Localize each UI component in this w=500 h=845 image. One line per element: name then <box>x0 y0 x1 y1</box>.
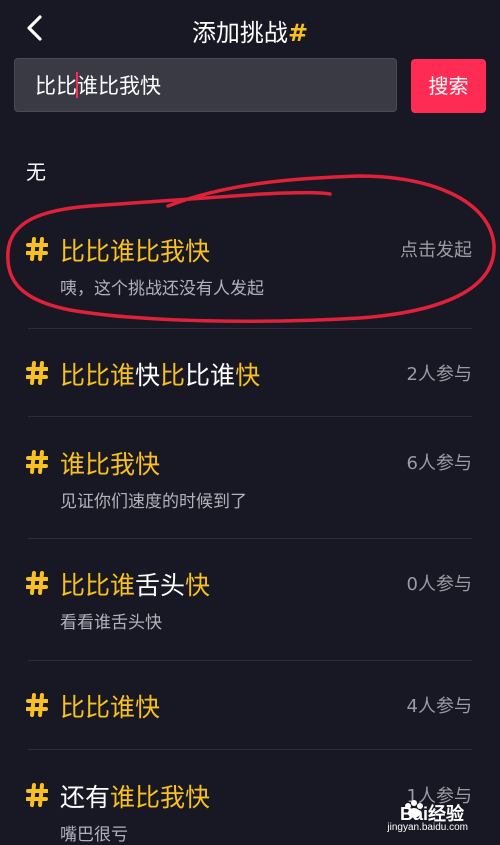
plain-text: 还有 <box>60 783 111 812</box>
challenge-description: 咦，这个挑战还没有人发起 <box>60 279 264 299</box>
search-text-after-cursor: 谁比我快 <box>77 74 161 98</box>
challenge-name: 比比谁舌头快 <box>60 566 210 602</box>
challenge-name: 比比谁快 <box>60 688 160 724</box>
highlighted-text: 谁比我快 <box>110 783 211 812</box>
plain-text: 比谁 <box>185 361 236 390</box>
list-divider <box>28 538 472 539</box>
participant-count: 2人参与 <box>406 364 472 385</box>
header: 添加挑战# <box>0 0 500 56</box>
search-button[interactable]: 搜索 <box>411 59 486 113</box>
participant-count: 4人参与 <box>406 696 472 717</box>
hashtag-icon <box>26 571 48 595</box>
highlighted-text: 比比谁 <box>60 361 136 390</box>
challenge-name: 比比谁快比比谁快 <box>60 356 260 392</box>
participant-count: 6人参与 <box>406 453 472 474</box>
challenge-name: 比比谁比我快 <box>60 232 210 268</box>
hashtag-icon <box>26 361 48 385</box>
highlighted-text: 比比谁 <box>60 571 136 600</box>
start-challenge-link[interactable]: 点击发起 <box>400 236 472 262</box>
list-divider <box>28 328 472 329</box>
hashtag-icon <box>26 237 48 261</box>
list-divider <box>28 416 472 417</box>
challenge-name: 还有谁比我快 <box>60 778 210 814</box>
text-cursor <box>76 72 78 98</box>
highlighted-text: 快 <box>235 361 261 390</box>
challenge-description: 见证你们速度的时候到了 <box>60 492 247 512</box>
page-title: 添加挑战# <box>191 19 309 47</box>
hashtag-icon <box>26 783 48 807</box>
search-text-before-cursor: 比比 <box>35 74 77 98</box>
highlighted-text: 谁比我快 <box>60 450 161 479</box>
plain-text: 舌头 <box>135 571 186 600</box>
watermark-url: jingyan.baidu.com <box>387 822 468 833</box>
list-divider <box>28 749 472 750</box>
plain-text: 快 <box>135 361 161 390</box>
search-input[interactable]: 比比谁比我快 <box>14 58 397 112</box>
highlighted-text: 快 <box>185 571 211 600</box>
highlighted-text: 比比谁快 <box>60 693 161 722</box>
challenge-description: 看看谁舌头快 <box>60 613 162 633</box>
list-divider <box>28 660 472 661</box>
participant-count: 0人参与 <box>406 574 472 595</box>
highlighted-text: 比比谁比我快 <box>60 237 211 266</box>
no-result-label: 无 <box>26 160 46 184</box>
search-row: 比比谁比我快 搜索 <box>14 58 486 114</box>
challenge-description: 嘴巴很亏 <box>60 825 128 845</box>
title-hash-icon: # <box>287 19 309 47</box>
highlighted-text: 比 <box>160 361 186 390</box>
hashtag-icon <box>26 693 48 717</box>
challenge-name: 谁比我快 <box>60 445 160 481</box>
hashtag-icon <box>26 450 48 474</box>
